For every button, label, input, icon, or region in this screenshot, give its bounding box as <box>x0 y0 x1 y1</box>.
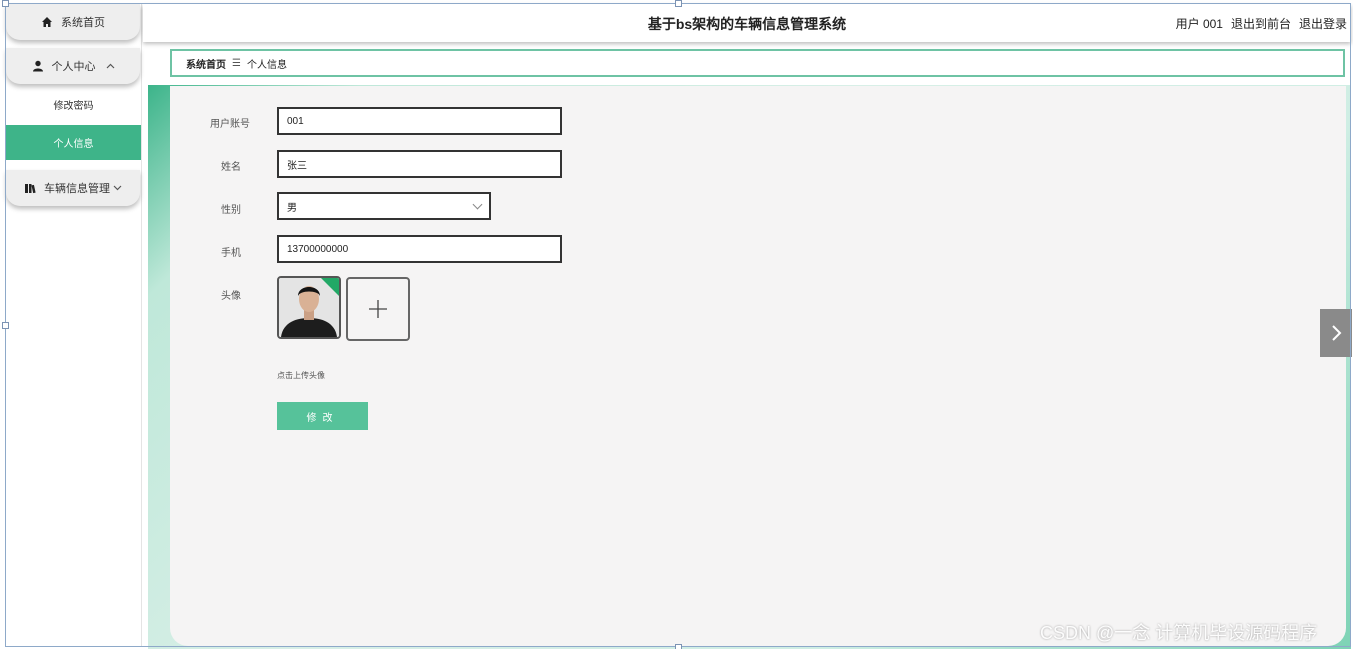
header-user-area: 用户 001 退出到前台 退出登录 <box>1176 15 1347 32</box>
account-value: 001 <box>287 115 304 127</box>
phone-label: 手机 <box>221 248 241 259</box>
phone-value: 13700000000 <box>287 243 349 255</box>
page-title: 基于bs架构的车辆信息管理系统 <box>647 16 847 32</box>
side-panel-toggle[interactable] <box>1320 309 1352 357</box>
upload-avatar-button[interactable] <box>346 277 410 341</box>
gender-select[interactable]: 男 <box>277 192 491 220</box>
sidebar-item-personal-center[interactable]: 个人中心 <box>6 48 140 84</box>
gender-value: 男 <box>287 202 297 214</box>
resize-handle[interactable] <box>675 644 682 649</box>
name-input[interactable]: 张三 <box>277 150 562 178</box>
name-value: 张三 <box>287 160 307 172</box>
account-label: 用户账号 <box>210 119 250 130</box>
account-input[interactable]: 001 <box>277 107 562 135</box>
breadcrumb-current: 个人信息 <box>246 59 287 71</box>
avatar-thumbnail[interactable] <box>277 276 341 339</box>
submit-button[interactable]: 修改 <box>277 402 368 430</box>
sidebar: 系统首页 个人中心 修改密码 个人信息 车辆信息管理 <box>6 4 142 647</box>
breadcrumb: 系统首页 ☰ 个人信息 <box>170 49 1345 77</box>
avatar-label: 头像 <box>221 291 241 302</box>
top-header: 基于bs架构的车辆信息管理系统 用户 001 退出到前台 退出登录 <box>143 4 1351 42</box>
logout-link[interactable]: 退出登录 <box>1299 15 1347 32</box>
sidebar-item-label: 系统首页 <box>61 17 105 29</box>
name-label: 姓名 <box>221 162 241 173</box>
sidebar-item-label: 车辆信息管理 <box>44 183 110 195</box>
plus-icon <box>369 300 387 318</box>
sidebar-item-personal-info[interactable]: 个人信息 <box>6 125 141 160</box>
resize-handle[interactable] <box>2 0 9 7</box>
watermark-text: CSDN @一念 计算机毕设源码程序 <box>1040 623 1318 643</box>
resize-handle[interactable] <box>675 0 682 7</box>
chevron-down-icon <box>472 199 483 210</box>
chevron-down-icon <box>113 183 122 194</box>
home-icon <box>41 16 53 28</box>
book-icon <box>24 182 36 194</box>
user-icon <box>32 60 44 72</box>
sidebar-item-label: 个人中心 <box>51 61 96 73</box>
sidebar-item-label: 修改密码 <box>53 101 94 112</box>
upload-hint: 点击上传头像 <box>277 371 325 380</box>
chevron-up-icon <box>106 61 115 72</box>
phone-input[interactable]: 13700000000 <box>277 235 562 263</box>
sidebar-item-home[interactable]: 系统首页 <box>6 4 140 40</box>
breadcrumb-home[interactable]: 系统首页 <box>186 56 226 71</box>
exit-to-front-link[interactable]: 退出到前台 <box>1231 15 1291 32</box>
sidebar-item-label: 个人信息 <box>53 139 94 150</box>
resize-handle[interactable] <box>2 322 9 329</box>
chevron-right-icon <box>1332 325 1342 341</box>
gender-label: 性别 <box>221 205 241 216</box>
sidebar-item-vehicle-mgmt[interactable]: 车辆信息管理 <box>6 170 140 206</box>
selected-corner-marker <box>320 278 339 297</box>
breadcrumb-separator: ☰ <box>232 57 241 69</box>
sidebar-item-change-password[interactable]: 修改密码 <box>6 87 141 122</box>
current-user-label: 用户 001 <box>1175 17 1223 31</box>
